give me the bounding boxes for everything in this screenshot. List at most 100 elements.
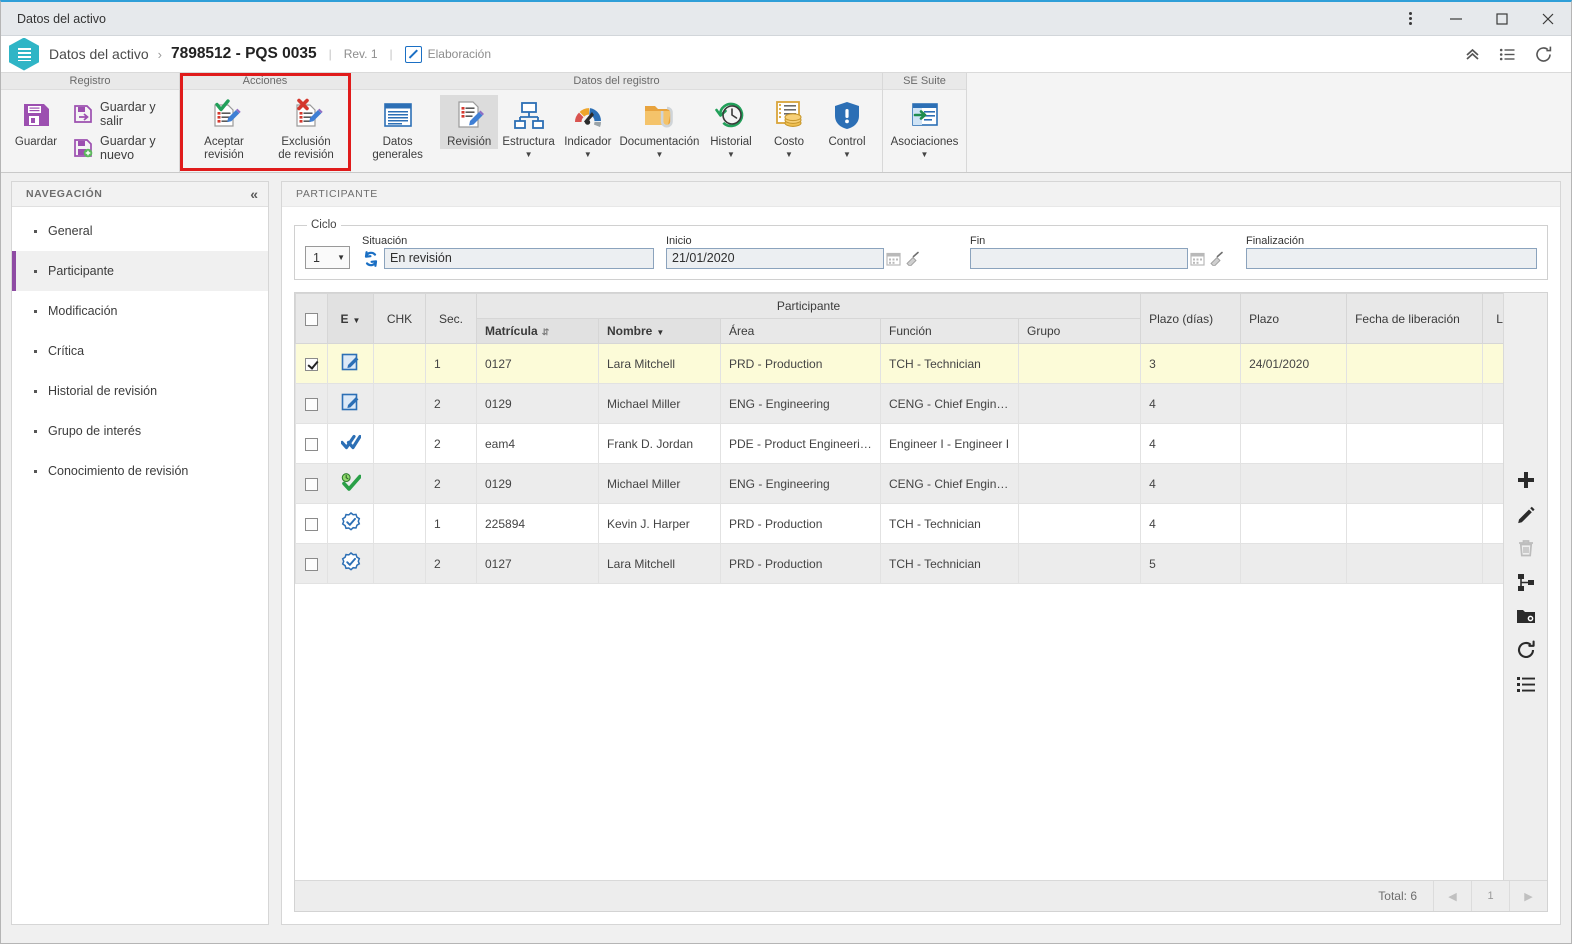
maximize-button[interactable] [1479, 2, 1525, 35]
chevron-down-icon[interactable]: ▼ [584, 151, 592, 159]
column-header-plazo[interactable]: Plazo [1240, 293, 1348, 344]
previous-page-button[interactable]: ◀ [1433, 881, 1471, 911]
clear-field-icon[interactable] [1207, 248, 1226, 269]
documentation-button[interactable]: Documentación ▼ [617, 95, 702, 159]
sort-desc-icon[interactable]: ▼ [353, 316, 361, 325]
row-checkbox[interactable] [305, 397, 318, 411]
sidebar-item-conocimiento-de-revision[interactable]: Conocimiento de revisión [12, 451, 268, 491]
edit-pencil-icon[interactable] [1514, 503, 1538, 525]
accept-review-button[interactable]: Aceptar revisión [186, 95, 262, 162]
indicator-button[interactable]: Indicador ▼ [559, 95, 617, 159]
chevron-down-icon[interactable]: ▼ [525, 151, 533, 159]
row-checkbox[interactable] [305, 357, 318, 371]
finalizacion-field[interactable] [1246, 248, 1537, 269]
refresh-icon[interactable] [1514, 639, 1538, 661]
row-chk-cell [373, 383, 426, 424]
select-all-checkbox[interactable] [305, 312, 318, 326]
sidebar-item-historial-de-revision[interactable]: Historial de revisión [12, 371, 268, 411]
column-header-e[interactable]: E ▼ [327, 293, 374, 344]
cycle-select-value: 1 [313, 250, 320, 265]
inicio-date-field[interactable]: 21/01/2020 [666, 248, 884, 269]
sidebar-item-participante[interactable]: Participante [12, 251, 268, 291]
table-row[interactable]: 2 0129 Michael Miller ENG - Engineering … [295, 383, 1518, 424]
history-button[interactable]: Historial ▼ [702, 95, 760, 159]
column-header-plazo-dias[interactable]: Plazo (días) [1140, 293, 1242, 344]
sidebar-item-grupo-de-interes[interactable]: Grupo de interés [12, 411, 268, 451]
chevron-down-icon[interactable]: ▼ [655, 151, 663, 159]
chevron-down-icon[interactable]: ▼ [843, 151, 851, 159]
row-select-cell[interactable] [295, 463, 328, 504]
sort-icon[interactable]: ⇵ [542, 328, 550, 337]
folder-search-icon[interactable] [1514, 605, 1538, 627]
calendar-icon[interactable] [1188, 248, 1207, 269]
row-select-cell[interactable] [295, 383, 328, 424]
more-options-icon[interactable] [1387, 2, 1433, 35]
breadcrumb-root[interactable]: Datos del activo [49, 46, 149, 62]
table-row[interactable]: 2 0129 Michael Miller ENG - Engineering … [295, 463, 1518, 504]
cycle-refresh-icon[interactable] [362, 250, 380, 268]
column-header-matricula[interactable]: Matrícula ⇵ [476, 318, 599, 344]
cost-button[interactable]: Costo ▼ [760, 95, 818, 159]
column-header-fecha-liberacion[interactable]: Fecha de liberación [1346, 293, 1484, 344]
table-row[interactable]: 2 0127 Lara Mitchell PRD - Production TC… [295, 543, 1518, 584]
chevron-down-icon[interactable]: ▼ [921, 151, 929, 159]
situacion-field[interactable]: En revisión [384, 248, 654, 269]
row-checkbox[interactable] [305, 517, 318, 531]
list-icon[interactable] [1499, 46, 1516, 63]
refresh-icon[interactable] [1534, 45, 1553, 64]
general-data-button[interactable]: Datos generales [355, 95, 440, 162]
associations-button[interactable]: Asociaciones ▼ [889, 95, 960, 159]
chevron-down-icon[interactable]: ▼ [727, 151, 735, 159]
add-icon[interactable] [1514, 469, 1538, 491]
control-shield-icon [830, 98, 864, 132]
sort-desc-icon[interactable]: ▼ [656, 328, 664, 337]
table-row[interactable]: 1 225894 Kevin J. Harper PRD - Productio… [295, 503, 1518, 544]
row-checkbox[interactable] [305, 477, 318, 491]
table-row[interactable]: 1 0127 Lara Mitchell PRD - Production TC… [295, 343, 1518, 384]
column-header-sec[interactable]: Sec. [425, 293, 477, 344]
row-select-cell[interactable] [295, 503, 328, 544]
review-tab-button[interactable]: Revisión [440, 95, 499, 149]
fin-date-field[interactable] [970, 248, 1188, 269]
row-select-cell[interactable] [295, 543, 328, 584]
control-button[interactable]: Control ▼ [818, 95, 876, 159]
column-header-funcion[interactable]: Función [880, 318, 1019, 344]
sidebar-item-general[interactable]: General [12, 211, 268, 251]
sidebar-item-critica[interactable]: Crítica [12, 331, 268, 371]
next-page-button[interactable]: ▶ [1509, 881, 1547, 911]
row-checkbox[interactable] [305, 557, 318, 571]
column-header-chk[interactable]: CHK [373, 293, 426, 344]
double-check-blue-icon [339, 434, 362, 454]
row-checkbox[interactable] [305, 437, 318, 451]
close-button[interactable] [1525, 2, 1571, 35]
page-header: Datos del activo › 7898512 - PQS 0035 | … [1, 36, 1571, 72]
save-and-new-button[interactable]: Guardar y nuevo [67, 131, 173, 165]
row-matricula-cell: eam4 [476, 423, 599, 464]
column-header-grupo[interactable]: Grupo [1017, 318, 1142, 344]
minimize-button[interactable] [1433, 2, 1479, 35]
collapse-panel-icon[interactable]: « [250, 186, 258, 202]
ribbon-group-acciones: Acciones Aceptar revisión Exclusión de r… [180, 73, 351, 172]
indicator-label: Indicador [564, 136, 612, 148]
row-select-cell[interactable] [295, 343, 328, 384]
calendar-icon[interactable] [884, 248, 903, 269]
exclude-review-button[interactable]: Exclusión de revisión [268, 95, 344, 162]
select-all-header[interactable] [295, 293, 328, 344]
clear-field-icon[interactable] [903, 248, 922, 269]
breadcrumb-separator-icon: › [157, 46, 162, 62]
table-row[interactable]: 2 eam4 Frank D. Jordan PDE - Product Eng… [295, 423, 1518, 464]
row-plazo-cell [1240, 423, 1348, 464]
structure-button[interactable]: Estructura ▼ [498, 95, 559, 159]
list-detail-icon[interactable] [1514, 673, 1538, 695]
row-select-cell[interactable] [295, 423, 328, 464]
save-button[interactable]: Guardar [7, 95, 65, 149]
sidebar-item-modificacion[interactable]: Modificación [12, 291, 268, 331]
current-page-number[interactable]: 1 [1471, 881, 1509, 911]
save-and-exit-button[interactable]: Guardar y salir [67, 97, 173, 131]
chevron-down-icon[interactable]: ▼ [785, 151, 793, 159]
hierarchy-icon[interactable] [1514, 571, 1538, 593]
column-header-nombre[interactable]: Nombre ▼ [598, 318, 721, 344]
cycle-select[interactable]: 1 ▼ [305, 246, 350, 269]
column-header-area[interactable]: Área [720, 318, 881, 344]
collapse-up-icon[interactable] [1464, 46, 1481, 63]
